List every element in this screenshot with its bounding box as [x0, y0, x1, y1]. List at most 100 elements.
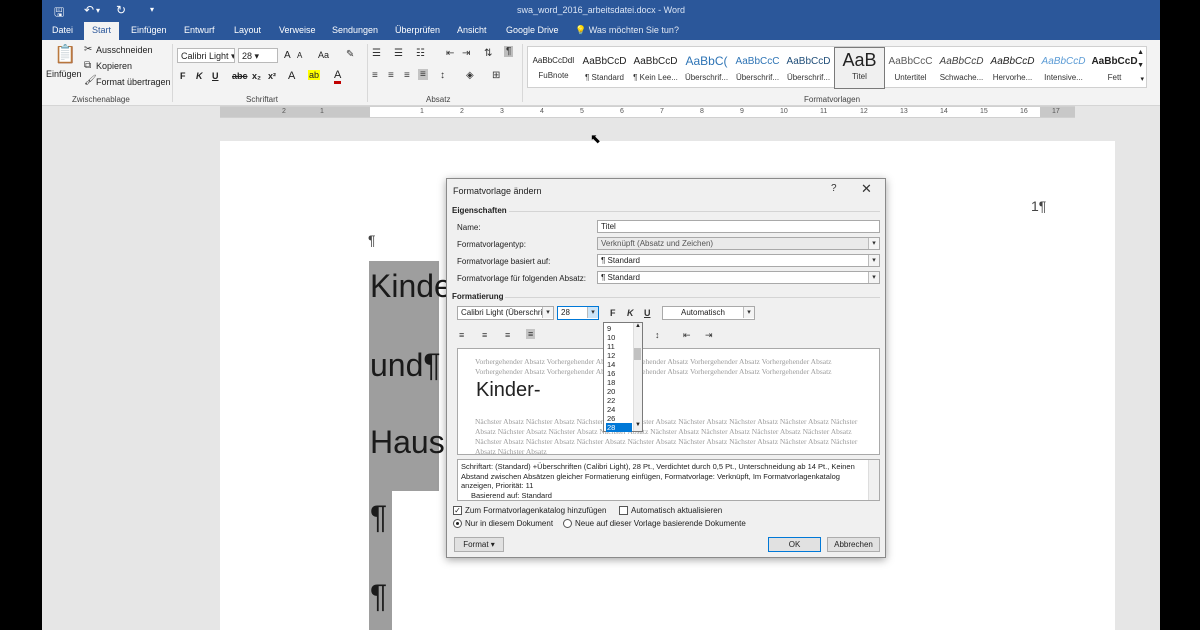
subscript-button[interactable]: x₂ — [252, 71, 261, 81]
chevron-down-icon[interactable]: ▾ — [542, 307, 553, 318]
scroll-up-icon[interactable]: ▲ — [635, 323, 641, 329]
size-option[interactable]: 24 — [606, 405, 632, 414]
dialog-increase-indent-icon[interactable]: ⇥ — [705, 330, 713, 341]
dialog-bold-button[interactable]: F — [610, 308, 616, 318]
shrink-font-button[interactable]: A — [297, 51, 302, 60]
font-name-combo[interactable]: Calibri Light ▾ — [177, 48, 235, 63]
tab-ansicht[interactable]: Ansicht — [457, 25, 487, 35]
size-option[interactable]: 16 — [606, 369, 632, 378]
align-left-icon[interactable]: ≡ — [372, 70, 378, 81]
size-option[interactable]: 9 — [606, 324, 632, 333]
grow-font-button[interactable]: A — [284, 50, 291, 61]
copy-button[interactable]: Kopieren — [96, 61, 132, 71]
tab-sendungen[interactable]: Sendungen — [332, 25, 378, 35]
size-option[interactable]: 12 — [606, 351, 632, 360]
dialog-font-select[interactable]: Calibri Light (Überschrift ▾ — [457, 306, 554, 320]
next-style-select[interactable]: ¶ Standard ▾ — [597, 271, 880, 284]
add-to-gallery-checkbox[interactable]: ✓ — [453, 506, 462, 515]
dialog-decrease-indent-icon[interactable]: ⇤ — [683, 330, 691, 341]
cut-icon[interactable]: ✂ — [84, 44, 92, 55]
sort-icon[interactable]: ⇅ — [484, 48, 492, 59]
justify-icon[interactable]: ≡ — [418, 69, 428, 80]
copy-icon[interactable]: ⧉ — [84, 60, 91, 71]
tab-einfuegen[interactable]: Einfügen — [131, 25, 167, 35]
tab-ueberpruefen[interactable]: Überprüfen — [395, 25, 440, 35]
tab-start[interactable]: Start — [84, 22, 120, 40]
horizontal-ruler[interactable]: 1 2 1 2 3 4 5 6 7 8 9 10 11 12 13 14 15 … — [220, 106, 1075, 118]
chevron-down-icon[interactable]: ▾ — [868, 255, 879, 266]
size-option-selected[interactable]: 28 — [606, 423, 632, 432]
gallery-down-icon[interactable]: ▼ — [1137, 62, 1144, 69]
format-painter-icon[interactable]: 🖌 — [84, 75, 97, 86]
style-subtitle[interactable]: AaBbCcC Untertitel — [885, 47, 936, 89]
paste-button[interactable]: Einfügen — [46, 69, 82, 79]
dialog-size-select[interactable]: 28 ▾ — [557, 306, 599, 320]
tab-entwurf[interactable]: Entwurf — [184, 25, 215, 35]
dialog-justify-icon[interactable]: ≡ — [526, 329, 536, 339]
format-painter-button[interactable]: Format übertragen — [96, 77, 171, 87]
size-option[interactable]: 11 — [606, 342, 632, 351]
font-size-dropdown-list[interactable]: 9 10 11 12 14 16 18 20 22 24 26 28 ▲ ▼ — [603, 322, 643, 432]
multilevel-list-icon[interactable]: ☷ — [416, 48, 425, 59]
increase-indent-icon[interactable]: ⇥ — [462, 48, 470, 59]
size-option[interactable]: 26 — [606, 414, 632, 423]
style-footnote[interactable]: AaBbCcDdI FuBnote — [528, 47, 579, 89]
gallery-up-icon[interactable]: ▲ — [1137, 49, 1144, 56]
new-documents-radio[interactable] — [563, 519, 572, 528]
style-heading-1[interactable]: AaBbC(Überschrif... — [681, 47, 732, 89]
tab-datei[interactable]: Datei — [52, 25, 73, 35]
gallery-more-icon[interactable]: ▾ — [1140, 75, 1144, 83]
chevron-down-icon[interactable]: ▾ — [587, 307, 598, 318]
size-option[interactable]: 20 — [606, 387, 632, 396]
help-button[interactable]: ? — [831, 183, 837, 194]
format-button[interactable]: Format ▾ — [454, 537, 504, 552]
size-option[interactable]: 10 — [606, 333, 632, 342]
dialog-align-center-icon[interactable]: ≡ — [482, 330, 487, 340]
borders-icon[interactable]: ⊞ — [492, 70, 500, 81]
size-option[interactable]: 14 — [606, 360, 632, 369]
tab-verweise[interactable]: Verweise — [279, 25, 316, 35]
size-option[interactable]: 22 — [606, 396, 632, 405]
auto-update-checkbox[interactable] — [619, 506, 628, 515]
only-this-document-radio[interactable] — [453, 519, 462, 528]
highlight-button[interactable]: ab — [308, 70, 321, 80]
style-standard[interactable]: AaBbCcD ¶ Standard — [579, 47, 630, 89]
line-spacing-icon[interactable]: ↕ — [440, 70, 445, 81]
underline-button[interactable]: U — [212, 71, 219, 81]
doc-line-3[interactable]: Haus — [370, 424, 445, 461]
bullets-icon[interactable]: ☰ — [372, 48, 381, 59]
style-emphasis[interactable]: AaBbCcD Hervorhe... — [987, 47, 1038, 89]
close-icon[interactable]: ✕ — [861, 181, 872, 197]
doc-line-1[interactable]: Kinde — [370, 268, 452, 305]
font-size-combo[interactable]: 28 ▾ — [238, 48, 278, 63]
italic-button[interactable]: K — [196, 71, 203, 81]
cancel-button[interactable]: Abbrechen — [827, 537, 880, 552]
clear-format-icon[interactable]: ✎ — [346, 49, 354, 60]
chevron-down-icon[interactable]: ▾ — [868, 272, 879, 283]
align-right-icon[interactable]: ≡ — [404, 70, 410, 81]
dialog-align-left-icon[interactable]: ≡ — [459, 330, 464, 340]
show-marks-icon[interactable]: ¶ — [504, 46, 514, 57]
paste-icon[interactable]: 📋 — [54, 44, 76, 65]
shading-icon[interactable]: ◈ — [466, 70, 474, 81]
cut-button[interactable]: Ausschneiden — [96, 45, 153, 55]
bold-button[interactable]: F — [180, 71, 186, 81]
based-on-select[interactable]: ¶ Standard ▾ — [597, 254, 880, 267]
chevron-down-icon[interactable]: ▾ — [743, 307, 754, 318]
style-strong[interactable]: AaBbCcD Fett — [1089, 47, 1140, 89]
style-intense-emphasis[interactable]: AaBbCcD Intensive... — [1038, 47, 1089, 89]
dialog-italic-button[interactable]: K — [627, 308, 634, 318]
style-no-spacing[interactable]: AaBbCcD ¶ Kein Lee... — [630, 47, 681, 89]
doc-line-2[interactable]: und¶ — [370, 347, 441, 384]
numbering-icon[interactable]: ☰ — [394, 48, 403, 59]
dialog-line-spacing-2-icon[interactable]: ↕ — [655, 330, 660, 340]
tell-me-box[interactable]: 💡 Was möchten Sie tun? — [575, 25, 679, 36]
size-option[interactable]: 18 — [606, 378, 632, 387]
change-case-button[interactable]: Aa — [318, 50, 329, 60]
scroll-thumb[interactable] — [634, 348, 641, 360]
style-heading-2[interactable]: AaBbCcC Überschrif... — [732, 47, 783, 89]
dialog-align-right-icon[interactable]: ≡ — [505, 330, 510, 340]
style-subtle-emphasis[interactable]: AaBbCcD Schwache... — [936, 47, 987, 89]
size-list-scrollbar[interactable]: ▲ ▼ — [633, 323, 642, 431]
align-center-icon[interactable]: ≡ — [388, 70, 394, 81]
